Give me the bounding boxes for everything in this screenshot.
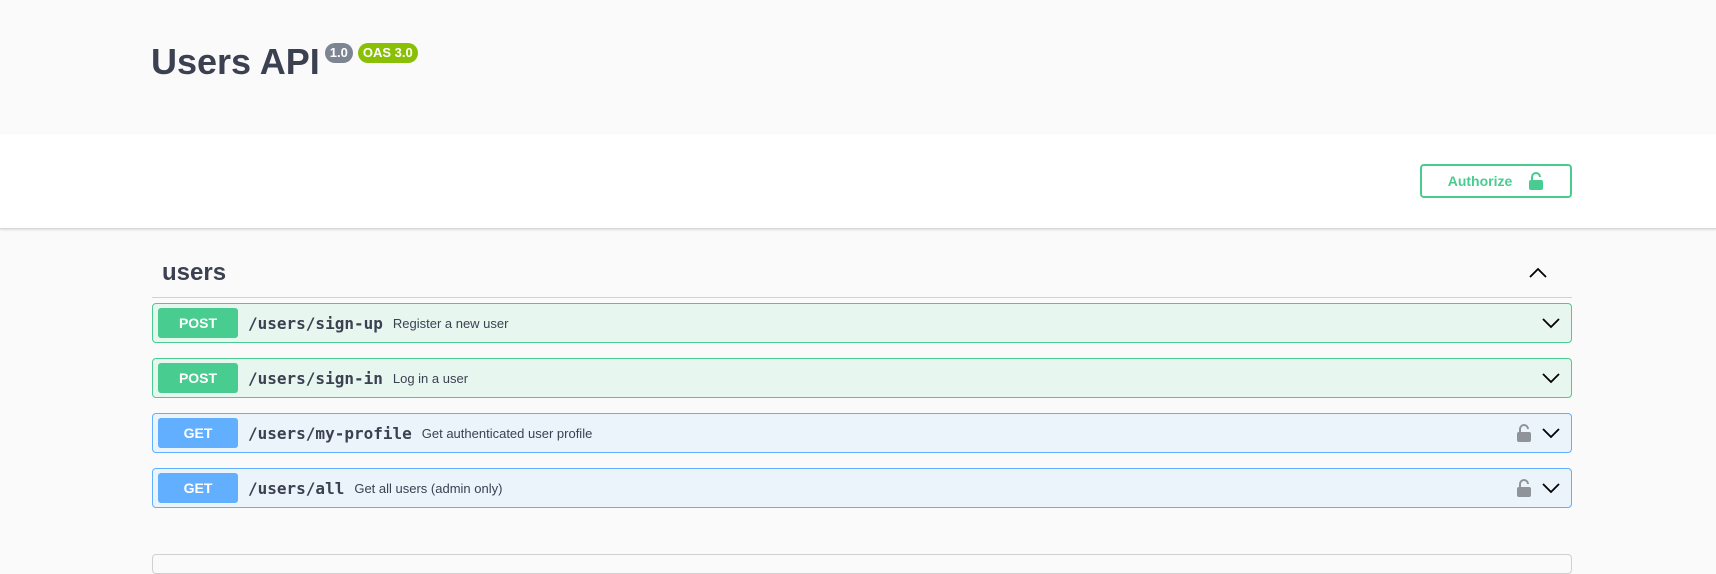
operation-post-sign-up[interactable]: POST /users/sign-up Register a new user bbox=[152, 303, 1572, 343]
operation-path: /users/sign-in bbox=[248, 368, 383, 388]
operation-summary: Get all users (admin only) bbox=[354, 480, 503, 496]
scheme-bar: Authorize bbox=[0, 134, 1716, 229]
chevron-down-icon[interactable] bbox=[1541, 423, 1561, 443]
unlock-icon bbox=[1529, 172, 1544, 190]
authorize-button[interactable]: Authorize bbox=[1420, 164, 1572, 198]
tag-header[interactable]: users bbox=[152, 248, 1572, 298]
tag-name: users bbox=[162, 258, 227, 286]
operation-get-my-profile[interactable]: GET /users/my-profile Get authenticated … bbox=[152, 413, 1572, 453]
operation-summary: Log in a user bbox=[392, 370, 469, 386]
oas-badge: OAS 3.0 bbox=[357, 43, 418, 63]
tag-toggle[interactable] bbox=[1528, 263, 1548, 283]
api-title: Users API bbox=[151, 41, 320, 82]
lock-icon[interactable] bbox=[1517, 424, 1531, 442]
operation-get-all[interactable]: GET /users/all Get all users (admin only… bbox=[152, 468, 1572, 508]
info-title: Users API 1.0 OAS 3.0 bbox=[151, 40, 418, 84]
method-badge: POST bbox=[158, 363, 238, 393]
operation-post-sign-in[interactable]: POST /users/sign-in Log in a user bbox=[152, 358, 1572, 398]
operation-controls bbox=[1541, 368, 1561, 388]
chevron-down-icon[interactable] bbox=[1541, 478, 1561, 498]
next-section-edge bbox=[152, 554, 1572, 574]
method-badge: GET bbox=[158, 473, 238, 503]
operation-controls bbox=[1541, 313, 1561, 333]
operation-summary: Get authenticated user profile bbox=[421, 425, 593, 441]
badges: 1.0 OAS 3.0 bbox=[324, 43, 418, 63]
method-badge: POST bbox=[158, 308, 238, 338]
method-badge: GET bbox=[158, 418, 238, 448]
operation-path: /users/all bbox=[248, 478, 345, 498]
info-section: Users API 1.0 OAS 3.0 bbox=[0, 0, 1716, 134]
operation-controls bbox=[1517, 478, 1561, 498]
chevron-down-icon[interactable] bbox=[1541, 368, 1561, 388]
operations-list: POST /users/sign-up Register a new user … bbox=[152, 303, 1572, 508]
chevron-up-icon bbox=[1529, 267, 1547, 278]
lock-icon[interactable] bbox=[1517, 479, 1531, 497]
authorize-label: Authorize bbox=[1447, 173, 1513, 189]
operation-path: /users/sign-up bbox=[248, 313, 383, 333]
version-badge: 1.0 bbox=[324, 43, 353, 63]
operation-summary: Register a new user bbox=[392, 315, 509, 331]
operation-path: /users/my-profile bbox=[248, 423, 412, 443]
tag-section-users: users POST /users/sign-up Register a new… bbox=[152, 248, 1572, 523]
operation-controls bbox=[1517, 423, 1561, 443]
chevron-down-icon[interactable] bbox=[1541, 313, 1561, 333]
